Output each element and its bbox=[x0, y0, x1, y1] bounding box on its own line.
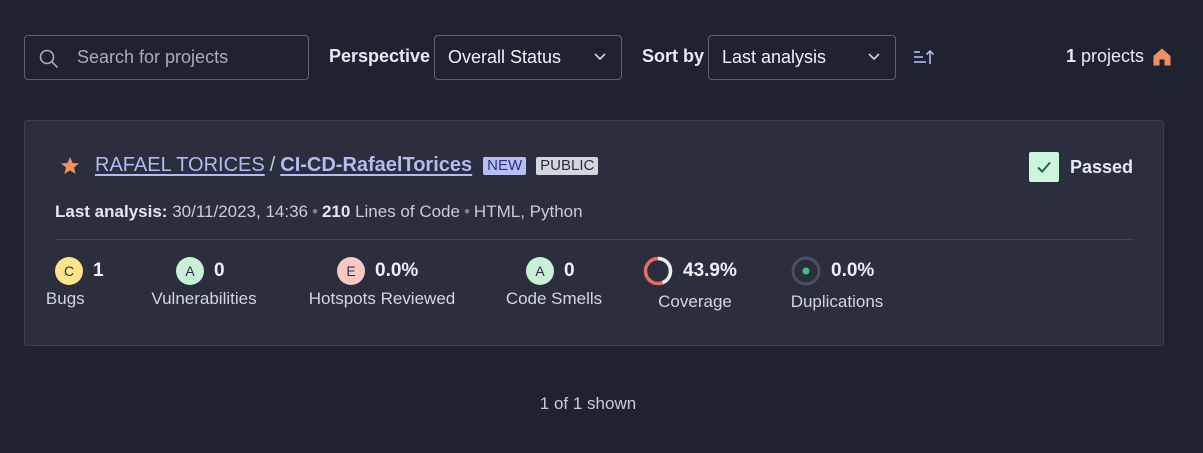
perspective-label: Perspective bbox=[329, 46, 431, 66]
search-box[interactable] bbox=[24, 35, 309, 80]
favorite-star-icon[interactable] bbox=[60, 156, 80, 176]
public-badge: PUBLIC bbox=[536, 156, 599, 175]
metric-label: Duplications bbox=[790, 292, 884, 311]
last-analysis-label: Last analysis: bbox=[55, 202, 168, 221]
perspective-value: Overall Status bbox=[448, 47, 562, 67]
metric-label: Hotspots Reviewed bbox=[308, 289, 456, 308]
separator-dot: • bbox=[312, 202, 318, 221]
chevron-down-icon bbox=[594, 53, 606, 61]
analysis-info: Last analysis: 30/11/2023, 14:36 • 210 Lin… bbox=[55, 202, 583, 222]
metric-value: 0 bbox=[564, 260, 575, 281]
separator-dot: • bbox=[463, 202, 470, 221]
new-badge: NEW bbox=[483, 156, 527, 175]
project-separator: / bbox=[269, 154, 276, 176]
rating-badge: E bbox=[337, 257, 365, 285]
project-count-label: projects bbox=[1080, 46, 1144, 66]
rating-badge: A bbox=[176, 257, 204, 285]
metric-label: Code Smells bbox=[505, 289, 603, 308]
last-analysis-date: 30/11/2023, 14:36 bbox=[172, 202, 308, 221]
project-org-link[interactable]: RAFAEL TORICES bbox=[95, 154, 265, 177]
home-icon[interactable] bbox=[1152, 47, 1172, 67]
search-icon bbox=[39, 49, 58, 68]
project-card: RAFAEL TORICES / CI-CD-RafaelTorices NEW… bbox=[24, 120, 1164, 346]
project-count: 1 projects bbox=[1066, 46, 1172, 67]
chevron-down-icon bbox=[868, 53, 880, 61]
metric-value: 0.0% bbox=[375, 260, 419, 281]
sort-ascending-icon[interactable] bbox=[913, 48, 935, 68]
sort-label: Sort by bbox=[642, 46, 705, 66]
quality-gate-label: Passed bbox=[1069, 156, 1133, 177]
metric-coverage[interactable]: 43.9% Coverage bbox=[643, 256, 747, 312]
results-count: 1 of 1 shown bbox=[539, 394, 637, 413]
perspective-select[interactable]: Overall Status bbox=[434, 35, 622, 80]
sort-select[interactable]: Last analysis bbox=[708, 35, 896, 80]
metric-duplications[interactable]: 0.0% Duplications bbox=[785, 256, 889, 312]
sort-value: Last analysis bbox=[722, 47, 827, 67]
metric-label: Vulnerabilities bbox=[151, 289, 257, 308]
project-count-number: 1 bbox=[1065, 46, 1076, 66]
divider bbox=[55, 239, 1134, 240]
search-input[interactable] bbox=[75, 44, 303, 71]
duplications-icon bbox=[791, 256, 821, 286]
project-title: RAFAEL TORICES / CI-CD-RafaelTorices NEW… bbox=[95, 154, 599, 177]
metric-value: 0.0% bbox=[831, 260, 875, 281]
metric-label: Coverage bbox=[658, 292, 732, 311]
languages: HTML, Python bbox=[473, 202, 583, 221]
metric-hotspots[interactable]: E 0.0% Hotspots Reviewed bbox=[301, 256, 463, 309]
metric-code-smells[interactable]: A 0 Code Smells bbox=[501, 256, 607, 309]
metric-value: 1 bbox=[93, 260, 104, 281]
project-name-link[interactable]: CI-CD-RafaelTorices bbox=[280, 154, 472, 177]
quality-gate-status: Passed bbox=[1028, 152, 1133, 182]
toolbar: Perspective Overall Status Sort by Last … bbox=[24, 35, 1172, 80]
metric-value: 43.9% bbox=[683, 260, 737, 281]
coverage-donut-icon bbox=[643, 256, 673, 286]
lines-label: Lines of Code bbox=[355, 202, 460, 221]
check-icon bbox=[1028, 152, 1059, 182]
metric-label: Bugs bbox=[45, 289, 85, 308]
metric-vulnerabilities[interactable]: A 0 Vulnerabilities bbox=[145, 256, 263, 309]
metric-value: 0 bbox=[214, 260, 225, 281]
lines-count: 210 bbox=[321, 202, 351, 221]
metric-bugs[interactable]: C 1 Bugs bbox=[46, 256, 104, 309]
rating-badge: C bbox=[55, 257, 83, 285]
rating-badge: A bbox=[526, 257, 554, 285]
